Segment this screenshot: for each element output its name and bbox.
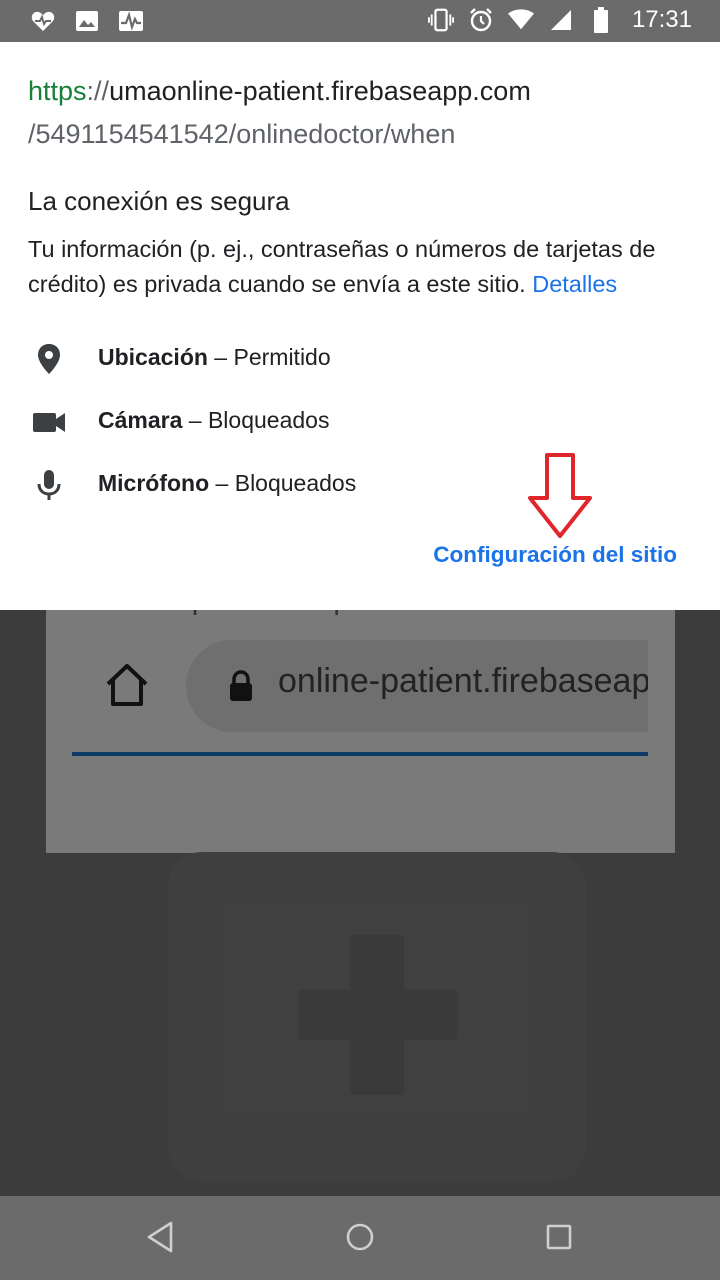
background-url-bar: online-patient.firebaseapp.com: [186, 640, 648, 732]
microphone-icon: [32, 468, 66, 502]
url-scheme: https: [28, 76, 87, 106]
connection-description: Tu información (p. ej., contraseñas o nú…: [28, 232, 698, 302]
permission-text-camera: Cámara – Bloqueados: [98, 407, 329, 434]
permission-separator: –: [209, 470, 235, 496]
vibrate-icon: [427, 7, 454, 33]
url-line-host: https://umaonline-patient.firebaseapp.co…: [28, 76, 531, 107]
permission-name: Micrófono: [98, 470, 210, 496]
url-separator: ://: [86, 76, 110, 106]
back-icon[interactable]: [145, 1220, 175, 1259]
navigation-bar: [0, 1196, 720, 1280]
background-url-text: online-patient.firebaseapp.com: [278, 662, 648, 700]
home-icon: [102, 662, 152, 713]
heart-monitor-icon: [30, 8, 56, 34]
permission-name: Ubicación: [98, 344, 208, 370]
permission-row-microphone[interactable]: Micrófono – Bloqueados: [0, 460, 720, 510]
recents-icon[interactable]: [544, 1220, 574, 1259]
permission-separator: –: [207, 344, 234, 370]
activity-icon: [118, 8, 144, 34]
wifi-icon: [507, 7, 534, 33]
details-link[interactable]: Detalles: [532, 271, 617, 297]
permission-status: Bloqueados: [234, 470, 357, 496]
home-button-icon[interactable]: [344, 1220, 376, 1259]
permission-row-camera[interactable]: Cámara – Bloqueados: [0, 397, 720, 447]
status-bar: 17:31: [0, 0, 720, 42]
permission-status: Bloqueados: [207, 407, 330, 433]
permission-status: Permitido: [233, 344, 331, 370]
signal-icon: [548, 7, 574, 33]
alarm-icon: [468, 7, 494, 33]
permission-row-location[interactable]: Ubicación – Permitido: [0, 334, 720, 384]
camera-icon: [32, 405, 66, 439]
image-icon: [74, 8, 100, 34]
clock: 17:31: [631, 6, 692, 33]
url-path: /5491154541542/onlinedoctor/when: [28, 119, 456, 149]
connection-title: La conexión es segura: [28, 186, 290, 216]
site-settings-link[interactable]: Configuración del sitio: [433, 542, 677, 568]
permission-text-location: Ubicación – Permitido: [98, 344, 331, 371]
permission-separator: –: [182, 407, 208, 433]
page-info-popup: https://umaonline-patient.firebaseapp.co…: [0, 42, 720, 610]
background-underline: [72, 752, 648, 756]
permission-text-microphone: Micrófono – Bloqueados: [98, 470, 356, 497]
lock-icon: [228, 670, 254, 707]
plus-icon-horizontal: [298, 990, 458, 1040]
red-arrow-annotation-icon: [527, 452, 595, 545]
permission-name: Cámara: [98, 407, 183, 433]
battery-icon: [588, 7, 614, 33]
url-host: umaonline-patient.firebaseapp.com: [109, 76, 531, 106]
location-pin-icon: [32, 342, 66, 376]
